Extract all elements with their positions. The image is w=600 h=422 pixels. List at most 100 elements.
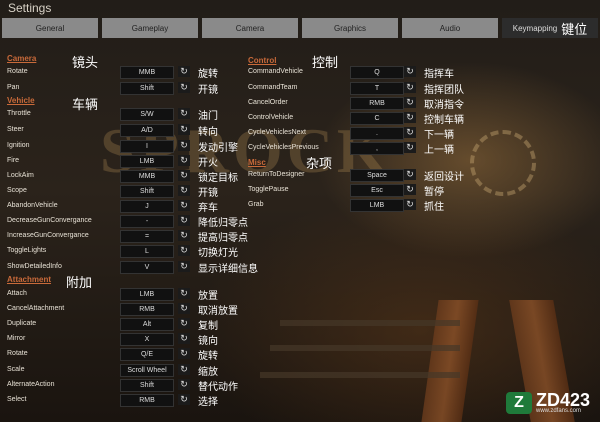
- tab-camera[interactable]: Camera: [202, 18, 298, 38]
- tab-label: Audio: [439, 23, 461, 33]
- keybind-key-button[interactable]: Shift: [120, 82, 174, 95]
- reset-keybind-icon[interactable]: ↻: [404, 199, 416, 210]
- keybind-key-button[interactable]: Shift: [120, 379, 174, 392]
- keybind-cn-label: 暂停: [424, 187, 444, 198]
- keybind-action-name: Steer: [7, 125, 24, 133]
- reset-keybind-icon[interactable]: ↻: [178, 124, 190, 135]
- reset-keybind-icon[interactable]: ↻: [178, 364, 190, 375]
- keybind-action-name: CancelAttachment: [7, 304, 65, 312]
- tab-keymapping[interactable]: Keymapping 键位: [502, 18, 598, 38]
- keybind-key-button[interactable]: C: [350, 112, 404, 125]
- reset-keybind-icon[interactable]: ↻: [178, 303, 190, 314]
- tab-general[interactable]: General: [2, 18, 98, 38]
- keybind-action-name: ShowDetailedInfo: [7, 262, 62, 270]
- keybind-action-name: Scale: [7, 365, 25, 373]
- keybind-action-name: CycleVehiclesPrevious: [248, 143, 319, 151]
- reset-keybind-icon[interactable]: ↻: [178, 288, 190, 299]
- keybind-cn-label: 复制: [198, 321, 218, 332]
- section-heading-left: Attachment: [7, 275, 52, 284]
- reset-keybind-icon[interactable]: ↻: [404, 127, 416, 138]
- keybind-cn-label: 转向: [198, 127, 218, 138]
- keybind-key-button[interactable]: Q/E: [120, 348, 174, 361]
- reset-keybind-icon[interactable]: ↻: [404, 66, 416, 77]
- reset-keybind-icon[interactable]: ↻: [178, 394, 190, 405]
- keybind-key-button[interactable]: Q: [350, 66, 404, 79]
- reset-keybind-icon[interactable]: ↻: [178, 379, 190, 390]
- keybind-key-button[interactable]: V: [120, 261, 174, 274]
- keybind-key-button[interactable]: T: [350, 82, 404, 95]
- keybind-cn-label: 弃车: [198, 203, 218, 214]
- keybind-key-button[interactable]: Scroll Wheel: [120, 364, 174, 377]
- keybind-key-button[interactable]: S/W: [120, 108, 174, 121]
- tab-audio[interactable]: Audio: [402, 18, 498, 38]
- reset-keybind-icon[interactable]: ↻: [178, 318, 190, 329]
- reset-keybind-icon[interactable]: ↻: [178, 155, 190, 166]
- reset-keybind-icon[interactable]: ↻: [404, 97, 416, 108]
- reset-keybind-icon[interactable]: ↻: [178, 170, 190, 181]
- reset-keybind-icon[interactable]: ↻: [178, 245, 190, 256]
- section-heading-left: Vehicle: [7, 96, 35, 105]
- keybind-key-button[interactable]: LMB: [350, 199, 404, 212]
- reset-keybind-icon[interactable]: ↻: [404, 142, 416, 153]
- keybind-key-button[interactable]: I: [120, 140, 174, 153]
- reset-keybind-icon[interactable]: ↻: [178, 333, 190, 344]
- keybind-key-button[interactable]: RMB: [350, 97, 404, 110]
- keybind-action-name: Attach: [7, 289, 27, 297]
- reset-keybind-icon[interactable]: ↻: [178, 66, 190, 77]
- reset-keybind-icon[interactable]: ↻: [178, 82, 190, 93]
- watermark-main: ZD423: [536, 390, 591, 410]
- keybind-action-name: Rotate: [7, 67, 28, 75]
- keybind-action-name: Throttle: [7, 109, 31, 117]
- reset-keybind-icon[interactable]: ↻: [404, 184, 416, 195]
- keybind-action-name: CommandTeam: [248, 83, 298, 91]
- keybind-cn-label: 开镜: [198, 188, 218, 199]
- section-cn-label: 控制: [312, 55, 339, 70]
- tab-label: Gameplay: [131, 23, 169, 33]
- reset-keybind-icon[interactable]: ↻: [404, 112, 416, 123]
- keybind-key-button[interactable]: RMB: [120, 303, 174, 316]
- keybind-cn-label: 开火: [198, 158, 218, 169]
- reset-keybind-icon[interactable]: ↻: [178, 185, 190, 196]
- keybind-key-button[interactable]: X: [120, 333, 174, 346]
- keybind-action-name: LockAim: [7, 171, 34, 179]
- reset-keybind-icon[interactable]: ↻: [178, 200, 190, 211]
- reset-keybind-icon[interactable]: ↻: [178, 140, 190, 151]
- keybind-key-button[interactable]: J: [120, 200, 174, 213]
- keybind-key-button[interactable]: Esc: [350, 184, 404, 197]
- tab-graphics[interactable]: Graphics: [302, 18, 398, 38]
- keybind-key-button[interactable]: ,: [350, 142, 404, 155]
- keybind-key-button[interactable]: MMB: [120, 66, 174, 79]
- keybind-cn-label: 取消放置: [198, 306, 238, 317]
- keybind-key-button[interactable]: Space: [350, 169, 404, 182]
- keybind-cn-label: 下一辆: [424, 130, 454, 141]
- keybind-key-button[interactable]: LMB: [120, 155, 174, 168]
- keybind-key-button[interactable]: Alt: [120, 318, 174, 331]
- reset-keybind-icon[interactable]: ↻: [178, 348, 190, 359]
- keybind-cn-label: 选择: [198, 397, 218, 408]
- keybind-key-button[interactable]: .: [350, 127, 404, 140]
- keybind-action-name: Select: [7, 395, 27, 403]
- reset-keybind-icon[interactable]: ↻: [404, 169, 416, 180]
- keybind-key-button[interactable]: LMB: [120, 288, 174, 301]
- keybind-key-button[interactable]: Shift: [120, 185, 174, 198]
- reset-keybind-icon[interactable]: ↻: [178, 230, 190, 241]
- reset-keybind-icon[interactable]: ↻: [178, 261, 190, 272]
- reset-keybind-icon[interactable]: ↻: [178, 108, 190, 119]
- tab-bar: General Gameplay Camera Graphics Audio K…: [0, 16, 600, 40]
- keybind-action-name: CancelOrder: [248, 98, 288, 106]
- keybind-key-button[interactable]: MMB: [120, 170, 174, 183]
- keybind-cn-label: 替代动作: [198, 382, 238, 393]
- keybind-cn-label: 返回设计: [424, 172, 464, 183]
- reset-keybind-icon[interactable]: ↻: [178, 215, 190, 226]
- keybind-key-button[interactable]: =: [120, 230, 174, 243]
- keybind-cn-label: 放置: [198, 291, 218, 302]
- keybind-key-button[interactable]: A/D: [120, 124, 174, 137]
- tab-gameplay[interactable]: Gameplay: [102, 18, 198, 38]
- reset-keybind-icon[interactable]: ↻: [404, 82, 416, 93]
- keybind-action-name: Rotate: [7, 349, 28, 357]
- keybind-key-button[interactable]: -: [120, 215, 174, 228]
- keybind-key-button[interactable]: L: [120, 245, 174, 258]
- section-cn-label: 附加: [66, 275, 93, 290]
- keybind-key-button[interactable]: RMB: [120, 394, 174, 407]
- section-cn-label: 镜头: [72, 55, 99, 70]
